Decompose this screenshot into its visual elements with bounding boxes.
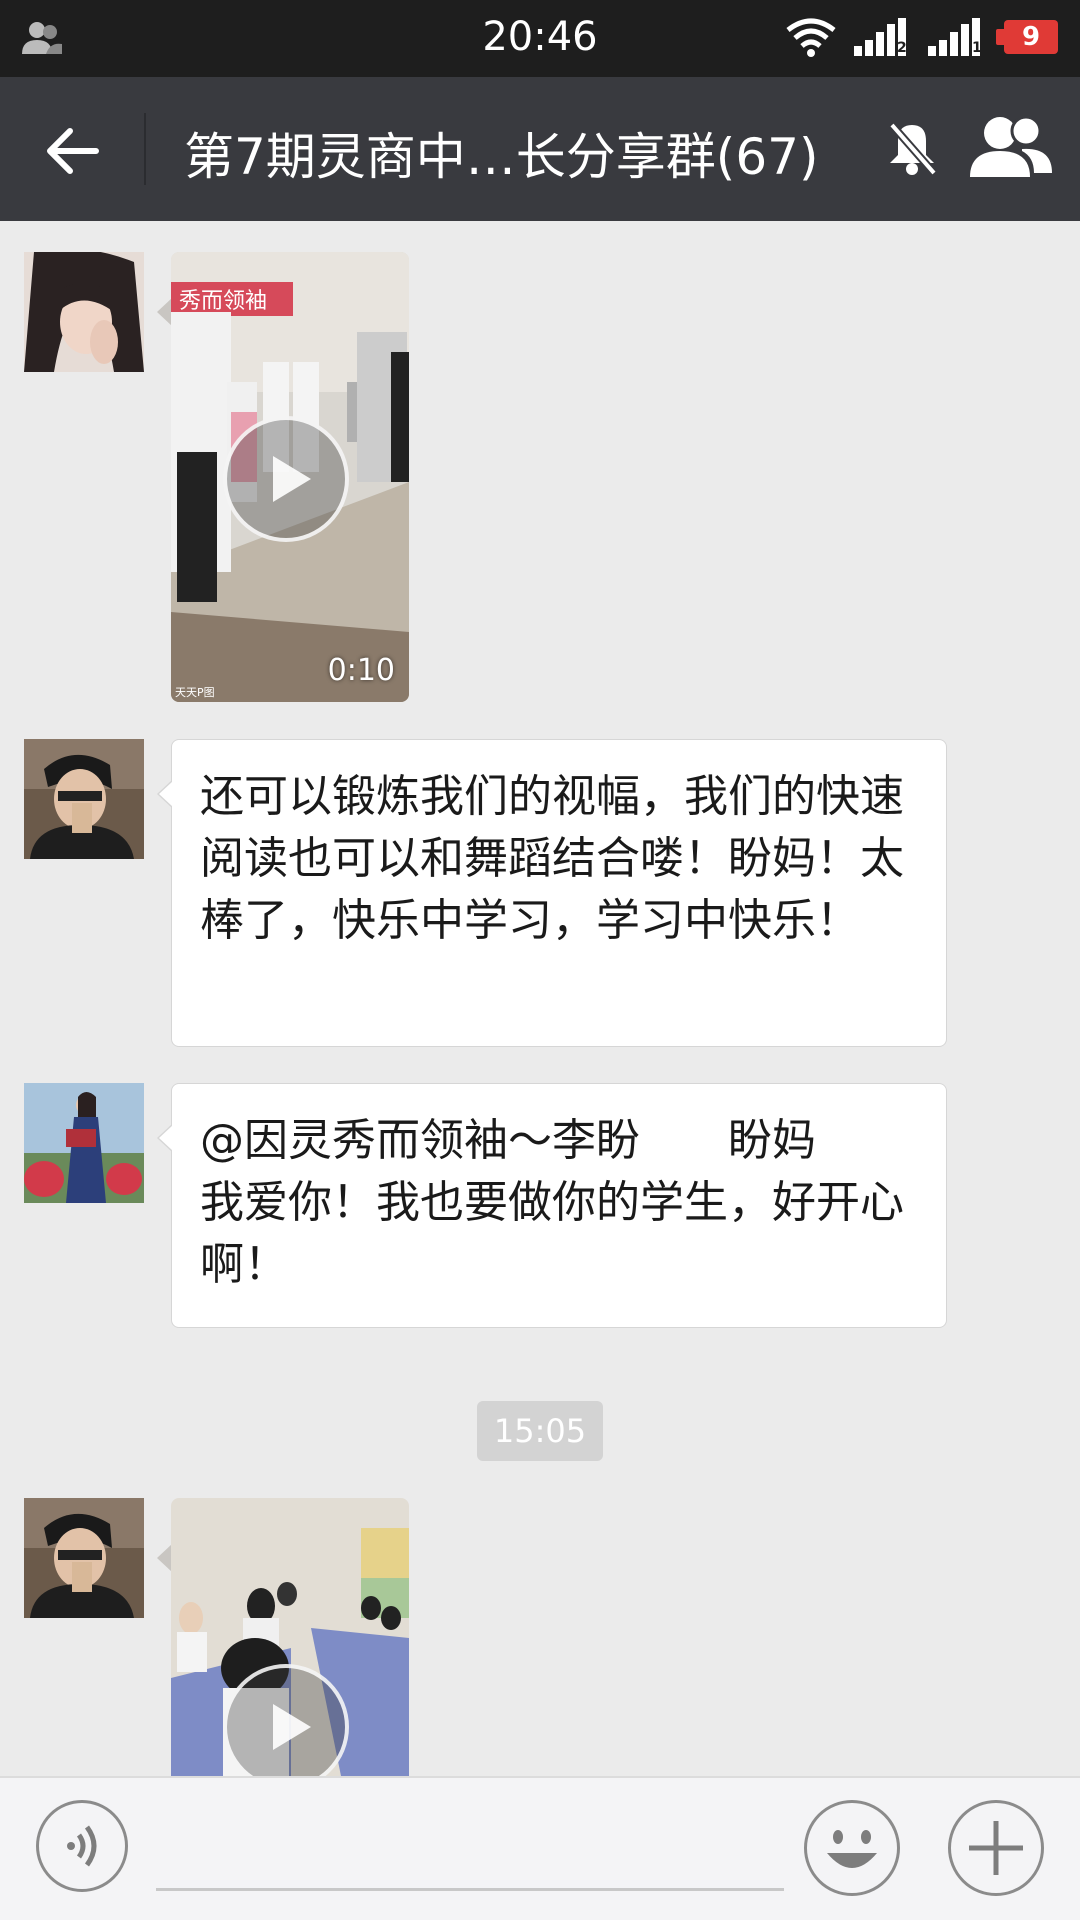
emoji-button[interactable] (804, 1800, 900, 1896)
message-bubble[interactable]: 还可以锻炼我们的视幅，我们的快速阅读也可以和舞蹈结合喽！盼妈！太棒了，快乐中学习… (157, 739, 947, 1047)
video-message[interactable] (171, 1498, 409, 1776)
voice-button[interactable] (36, 1800, 128, 1892)
sim2-number: 1 (972, 40, 982, 56)
message-input[interactable] (156, 1818, 784, 1891)
status-time: 20:46 (482, 14, 598, 60)
video-duration: 0:10 (327, 653, 395, 688)
wifi-icon (786, 18, 836, 57)
message-text: @因灵秀而领袖～李盼 盼妈 我爱你！我也要做你的学生，好开心啊！ (200, 1115, 904, 1290)
play-icon (223, 416, 349, 542)
avatar[interactable] (24, 252, 144, 372)
message-text: 还可以锻炼我们的视幅，我们的快速阅读也可以和舞蹈结合喽！盼妈！太棒了，快乐中学习… (200, 771, 904, 946)
sim1-number: 2 (897, 40, 907, 56)
message-bubble[interactable]: @因灵秀而领袖～李盼 盼妈 我爱你！我也要做你的学生，好开心啊！ (157, 1083, 947, 1328)
status-bar: 20:46 2 1 9 (0, 0, 1080, 77)
avatar[interactable] (24, 739, 144, 859)
title-bar: 第7期灵商中…长分享群(67) (0, 77, 1080, 221)
back-arrow-icon (47, 128, 99, 174)
avatar[interactable] (24, 1083, 144, 1203)
bubble-tail (157, 298, 172, 326)
avatar-image (24, 1083, 144, 1203)
back-button[interactable] (36, 113, 112, 189)
battery-icon: 9 (1004, 20, 1058, 54)
plus-icon (969, 1821, 1023, 1875)
avatar-image (24, 739, 144, 859)
avatar-image (24, 1498, 144, 1618)
bubble-tail (157, 1544, 172, 1572)
group-members-button[interactable] (966, 113, 1056, 183)
voice-icon (67, 1825, 97, 1867)
emoji-icon (827, 1830, 877, 1868)
title-divider (144, 113, 146, 185)
timestamp-chip: 15:05 (477, 1401, 603, 1461)
group-members-icon (970, 115, 1052, 177)
avatar-image (24, 252, 144, 372)
mute-bell-icon (888, 122, 938, 176)
bubble-tail (157, 780, 173, 808)
input-bar (0, 1776, 1080, 1920)
plus-button[interactable] (948, 1800, 1044, 1896)
video-banner-text: 秀而领袖 (179, 289, 267, 314)
video-message[interactable]: 秀而领袖 天天P图 0:10 (171, 252, 409, 702)
bubble-tail (157, 1124, 173, 1152)
video-watermark: 天天P图 (175, 686, 215, 699)
battery-tip (996, 29, 1004, 45)
avatar[interactable] (24, 1498, 144, 1618)
chat-title: 第7期灵商中…长分享群(67) (184, 128, 819, 186)
